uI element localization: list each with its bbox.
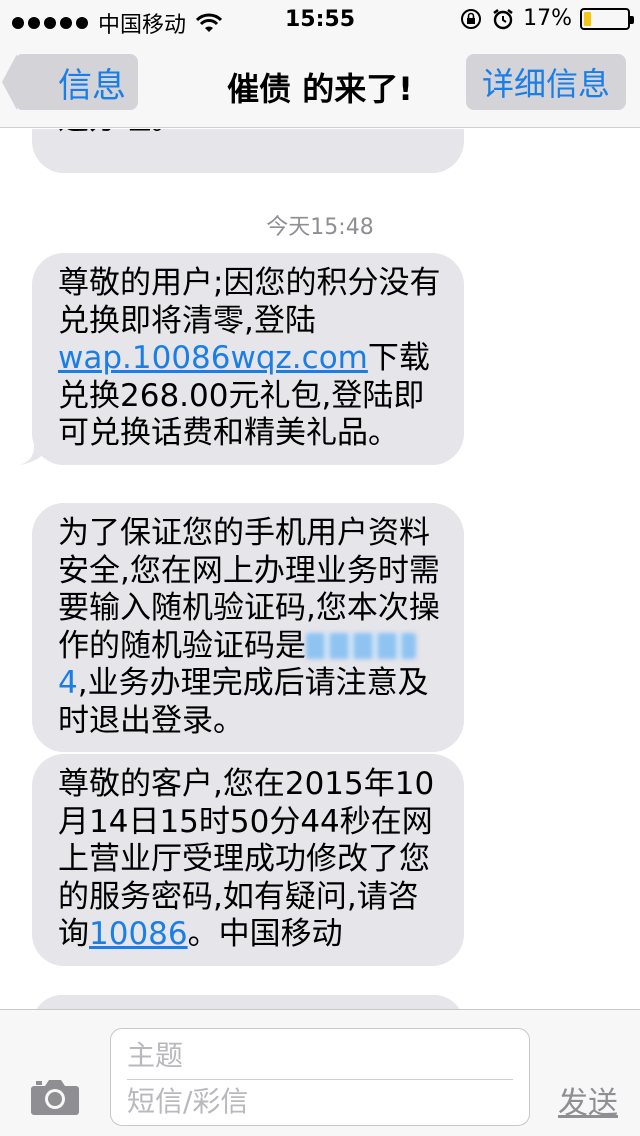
message-bubble-partial[interactable]: 速办理。	[32, 129, 464, 173]
message-text: 。中国移动	[187, 916, 343, 952]
message-text: ,业务办理完成后请注意及时退出登录。	[58, 665, 429, 739]
compose-field	[110, 1028, 530, 1126]
alarm-icon	[493, 8, 513, 29]
message-bubble-points[interactable]: 尊敬的用户;因您的积分没有兑换即将清零,登陆wap.10086wqz.com下载…	[20, 253, 464, 465]
blurred-verification-code	[306, 632, 416, 659]
send-button[interactable]: 发送	[558, 1078, 618, 1122]
status-bar: 中国移动 15:55 17%	[0, 0, 640, 40]
message-list[interactable]: 速办理。 今天15:48 尊敬的用户;因您的积分没有兑换即将清零,登陆wap.1…	[0, 129, 640, 1009]
details-button-label: 详细信息	[481, 65, 610, 103]
compose-bar: 发送	[0, 1009, 640, 1136]
message-text: 尊敬的用户;因您的积分没有兑换即将清零,登陆	[58, 265, 441, 339]
back-button-label: 信息	[58, 65, 126, 106]
subject-input[interactable]	[127, 1035, 507, 1075]
verification-code-tail: 4	[58, 665, 78, 701]
status-right: 17%	[459, 6, 634, 31]
details-button[interactable]: 详细信息	[466, 54, 626, 110]
navigation-bar: 信息 催债 的来了! 详细信息	[0, 40, 640, 128]
bubble-tail	[20, 438, 50, 465]
back-button[interactable]: 信息	[2, 54, 138, 110]
message-input[interactable]	[127, 1081, 507, 1121]
battery-icon	[580, 7, 634, 30]
rotation-lock-icon	[461, 8, 482, 29]
battery-percent: 17%	[523, 6, 572, 31]
message-bubble-verification[interactable]: 为了保证您的手机用户资料安全,您在网上办理业务时需要输入随机验证码,您本次操作的…	[32, 503, 464, 752]
camera-icon[interactable]	[30, 1076, 80, 1116]
message-text: 速办理。	[58, 129, 442, 139]
message-link-wap[interactable]: wap.10086wqz.com	[58, 340, 368, 376]
message-timestamp: 今天15:48	[266, 215, 374, 240]
message-bubble-password[interactable]: 尊敬的客户,您在2015年10月14日15时50分44秒在网上营业厅受理成功修改…	[32, 754, 464, 966]
conversation-title: 催债 的来了!	[227, 70, 413, 108]
message-link-phone[interactable]: 10086	[89, 916, 188, 952]
field-divider	[127, 1079, 513, 1080]
battery-fill	[584, 11, 592, 26]
message-bubble-next[interactable]	[32, 995, 464, 1009]
